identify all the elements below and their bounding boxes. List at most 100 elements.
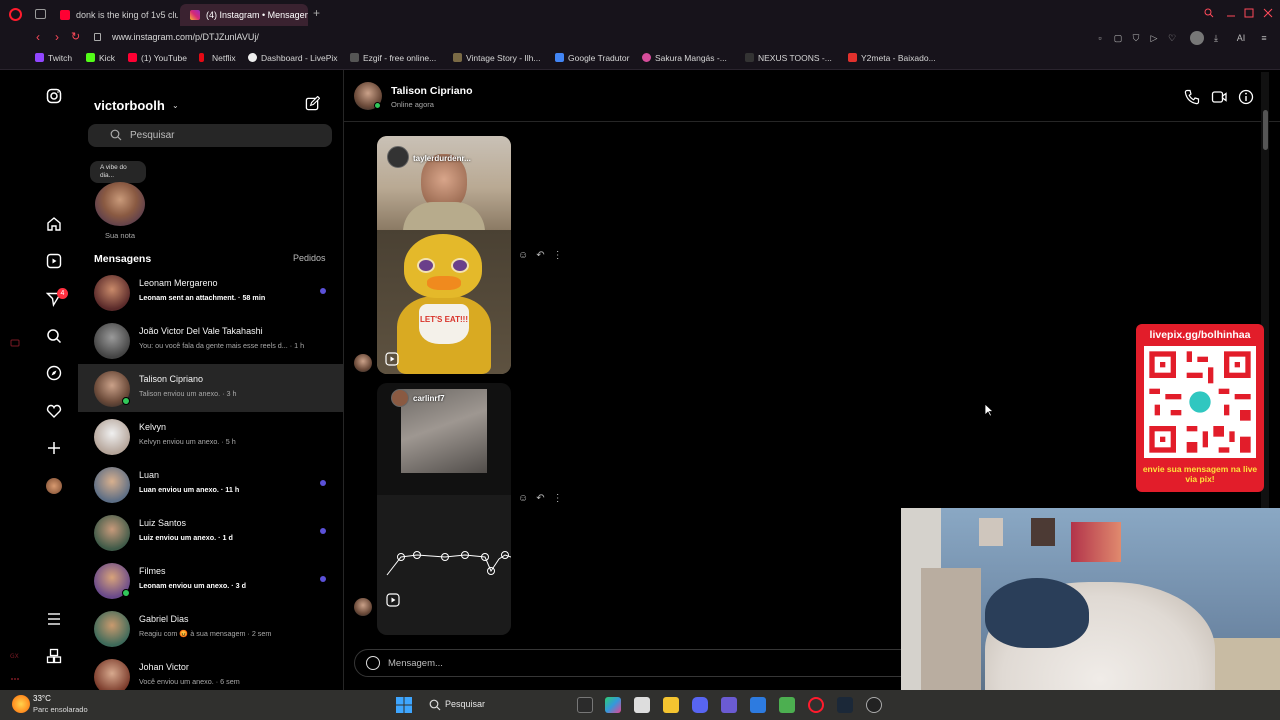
more-menu-icon[interactable] — [46, 611, 62, 627]
bookmark-nexus[interactable]: NEXUS TOONS -... — [745, 53, 832, 63]
more-icon[interactable] — [10, 674, 20, 684]
steam-icon[interactable] — [837, 697, 853, 713]
forward-icon[interactable]: › — [55, 30, 59, 44]
note-text: A vibe do dia... — [100, 164, 127, 179]
conversation-row[interactable]: Luiz Santos Luiz enviou um anexo. · 1 d — [78, 508, 343, 556]
shared-reel-2[interactable]: carlinrf7 — [377, 383, 511, 635]
search-icon[interactable] — [46, 328, 62, 344]
reload-icon[interactable]: ↻ — [71, 30, 80, 43]
file-explorer-icon[interactable] — [663, 697, 679, 713]
ai-button[interactable]: AI — [1231, 33, 1251, 43]
shield-icon[interactable]: ⛉ — [1131, 33, 1141, 43]
obs-icon[interactable] — [866, 697, 882, 713]
sidebar-app-icon[interactable] — [10, 338, 20, 348]
compose-icon[interactable] — [305, 96, 320, 111]
close-icon[interactable] — [1263, 8, 1273, 18]
conversation-row[interactable]: Johan Victor Você enviou um anexo. · 6 se… — [78, 652, 343, 690]
react-emoji-icon[interactable]: ☺ — [518, 250, 528, 261]
search-tabs-icon[interactable] — [1204, 8, 1214, 18]
new-tab-button[interactable]: + — [313, 6, 320, 20]
conversation-row[interactable]: Talison Cipriano Talison enviou um anexo.… — [78, 364, 343, 412]
conversation-row[interactable]: Filmes Leonam enviou um anexo. · 3 d — [78, 556, 343, 604]
conversation-row[interactable]: João Victor Del Vale Takahashi You: ou vo… — [78, 316, 343, 364]
reels-icon[interactable] — [46, 253, 62, 269]
tab-instagram[interactable]: (4) Instagram • Mensagen — [180, 4, 308, 26]
extension-icon[interactable]: ▫ — [1095, 33, 1105, 43]
snapshot-icon[interactable]: ▢ — [1113, 33, 1123, 43]
bookmark-y2meta[interactable]: Y2meta - Baixado... — [848, 53, 936, 63]
minecraft-icon[interactable] — [779, 697, 795, 713]
maximize-icon[interactable] — [1244, 8, 1254, 18]
unread-dot — [320, 576, 326, 582]
search-input[interactable] — [130, 128, 320, 143]
contact-name[interactable]: Talison Cipriano — [391, 85, 472, 97]
sidebar-app-icon[interactable]: GX — [10, 650, 20, 660]
note-bubble[interactable]: A vibe do dia... — [90, 161, 146, 183]
create-icon[interactable] — [46, 440, 62, 456]
windows-start-icon[interactable] — [396, 697, 412, 713]
more-options-icon[interactable]: ⋮ — [553, 493, 563, 504]
task-view-icon[interactable] — [577, 697, 593, 713]
discord-icon[interactable] — [692, 697, 708, 713]
conversation-name: Gabriel Dias — [139, 614, 189, 624]
weather-temperature[interactable]: 33°C — [33, 694, 51, 703]
scrollbar-thumb[interactable] — [1263, 110, 1268, 150]
play-icon[interactable]: ▷ — [1149, 33, 1159, 43]
message-input[interactable] — [388, 656, 688, 671]
menu-icon[interactable]: ≡ — [1259, 33, 1269, 43]
url-field[interactable]: www.instagram.com/p/DTJZunlAVUj/ — [112, 32, 259, 42]
message-actions: ☺ ↶ ⋮ — [518, 250, 571, 261]
download-icon[interactable]: ⤓ — [1211, 33, 1221, 43]
bookmark-google-tradutor[interactable]: Google Tradutor — [555, 53, 629, 63]
copilot-icon[interactable] — [605, 697, 621, 713]
bookmark-vintage-story[interactable]: Vintage Story - Ilh... — [453, 53, 541, 63]
info-icon[interactable] — [1238, 89, 1254, 105]
conversation-row[interactable]: Luan Luan enviou um anexo. · 11 h — [78, 460, 343, 508]
conversation-row[interactable]: Kelvyn Kelvyn enviou um anexo. · 5 h — [78, 412, 343, 460]
shared-reel-1[interactable]: taylerdurdenr... LET'S EAT!!! — [377, 136, 511, 374]
app-icon[interactable] — [721, 697, 737, 713]
reply-icon[interactable]: ↶ — [536, 493, 544, 504]
reply-icon[interactable]: ↶ — [536, 250, 544, 261]
account-username[interactable]: victorboolh — [94, 98, 165, 113]
profile-avatar[interactable] — [46, 478, 62, 494]
heart-icon[interactable] — [46, 403, 62, 419]
emoji-picker-icon[interactable] — [366, 656, 380, 670]
instagram-logo-icon[interactable] — [46, 88, 62, 104]
search-field[interactable] — [88, 124, 332, 147]
video-call-icon[interactable] — [1211, 89, 1227, 105]
home-icon[interactable] — [46, 216, 62, 232]
app-icon[interactable] — [750, 697, 766, 713]
react-emoji-icon[interactable]: ☺ — [518, 493, 528, 504]
bookmark-twitch[interactable]: Twitch — [35, 53, 72, 63]
heart-icon[interactable]: ♡ — [1167, 33, 1177, 43]
my-note-avatar[interactable] — [95, 182, 145, 226]
back-icon[interactable]: ‹ — [36, 30, 40, 44]
phone-icon[interactable] — [1184, 89, 1200, 105]
weather-description[interactable]: Parc ensolarado — [33, 705, 88, 714]
tab-overview-icon[interactable] — [35, 9, 46, 19]
requests-link[interactable]: Pedidos — [293, 253, 326, 263]
conversation-row[interactable]: Gabriel Dias Reagiu com 😡 à sua mensagem … — [78, 604, 343, 652]
chevron-down-icon[interactable]: ⌄ — [172, 101, 179, 110]
more-options-icon[interactable]: ⋮ — [553, 250, 563, 261]
opera-logo-icon[interactable] — [9, 8, 22, 21]
bookmark-label: Netflix — [212, 53, 236, 63]
explore-icon[interactable] — [46, 365, 62, 381]
tab-youtube[interactable]: donk is the king of 1v5 clu — [50, 4, 178, 26]
minimize-icon[interactable] — [1226, 8, 1236, 18]
profile-avatar[interactable] — [1190, 31, 1204, 45]
taskbar-search[interactable]: Pesquisar — [422, 695, 542, 716]
threads-apps-icon[interactable] — [46, 648, 62, 664]
conversation-name: Leonam Mergareno — [139, 278, 218, 288]
store-icon[interactable] — [634, 697, 650, 713]
bookmark-kick[interactable]: Kick — [86, 53, 115, 63]
bookmark-livepix[interactable]: Dashboard - LivePix — [248, 53, 338, 63]
opera-gx-icon[interactable] — [808, 697, 824, 713]
conversation-row[interactable]: Leonam Mergareno Leonam sent an attachmen… — [78, 268, 343, 316]
bookmark-ezgif[interactable]: Ezgif - free online... — [350, 53, 436, 63]
bookmark-youtube[interactable]: (1) YouTube — [128, 53, 187, 63]
bookmark-sakura[interactable]: Sakura Mangás -... — [642, 53, 727, 63]
weather-sun-icon[interactable] — [12, 695, 30, 713]
bookmark-netflix[interactable]: Netflix — [199, 53, 236, 63]
